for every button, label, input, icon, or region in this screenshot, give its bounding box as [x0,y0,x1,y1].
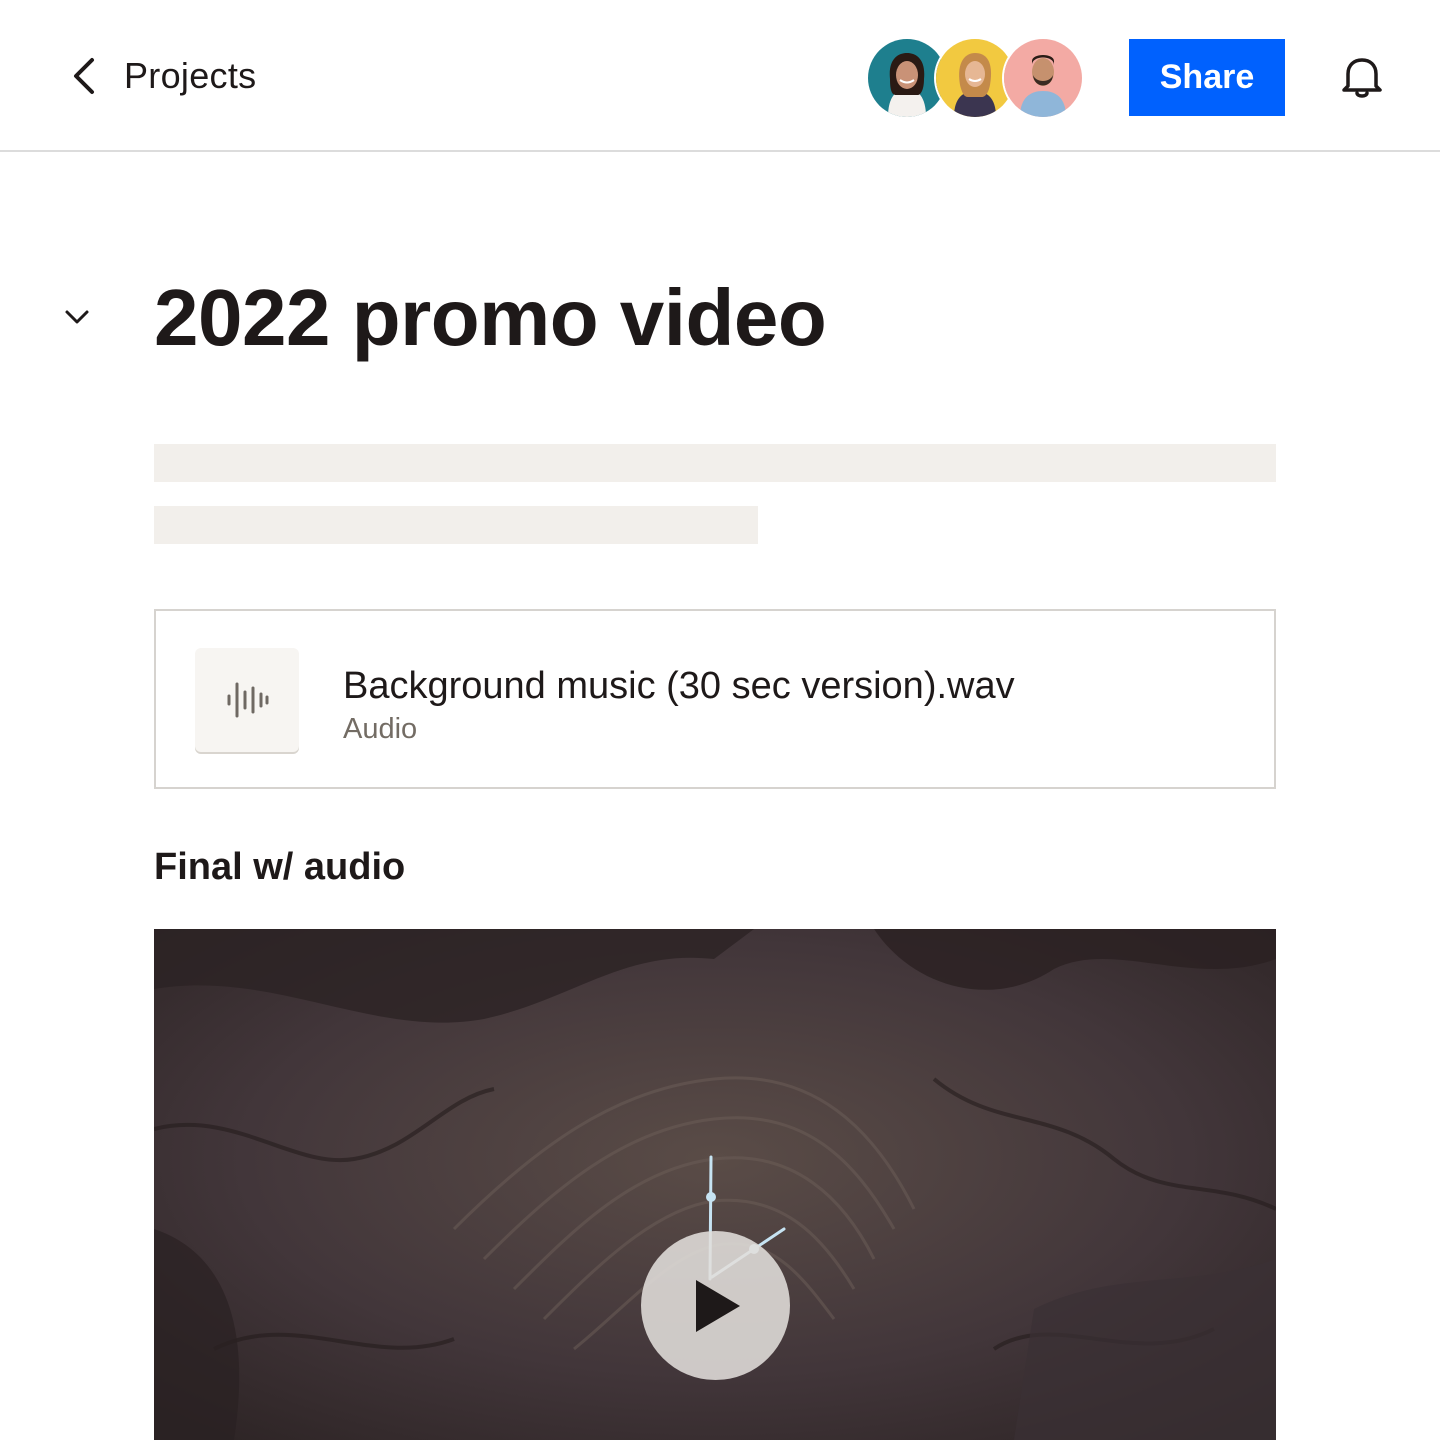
text-placeholder-line [154,506,758,544]
avatar[interactable] [1002,37,1084,119]
chevron-left-icon [74,58,94,94]
play-icon [695,1279,740,1332]
chevron-down-icon [65,310,89,324]
page-title: 2022 promo video [154,273,827,362]
share-button[interactable]: Share [1129,39,1285,116]
audio-waveform-icon [227,682,269,718]
back-to-projects-link[interactable]: Projects [66,50,256,102]
back-link-label: Projects [124,55,257,96]
audio-file-card[interactable]: Background music (30 sec version).wav Au… [154,609,1276,789]
video-player[interactable] [154,929,1276,1440]
top-bar: Projects Share [0,0,1440,152]
play-button[interactable] [641,1231,790,1380]
file-type-label: Audio [343,713,418,745]
file-name: Background music (30 sec version).wav [343,665,1015,707]
collaborator-avatars[interactable] [866,37,1086,119]
bell-icon [1342,58,1382,98]
text-placeholder-line [154,444,1276,482]
file-thumbnail [195,648,299,752]
collapse-section-button[interactable] [62,302,92,337]
section-heading: Final w/ audio [154,846,406,888]
notifications-button[interactable] [1338,54,1386,105]
